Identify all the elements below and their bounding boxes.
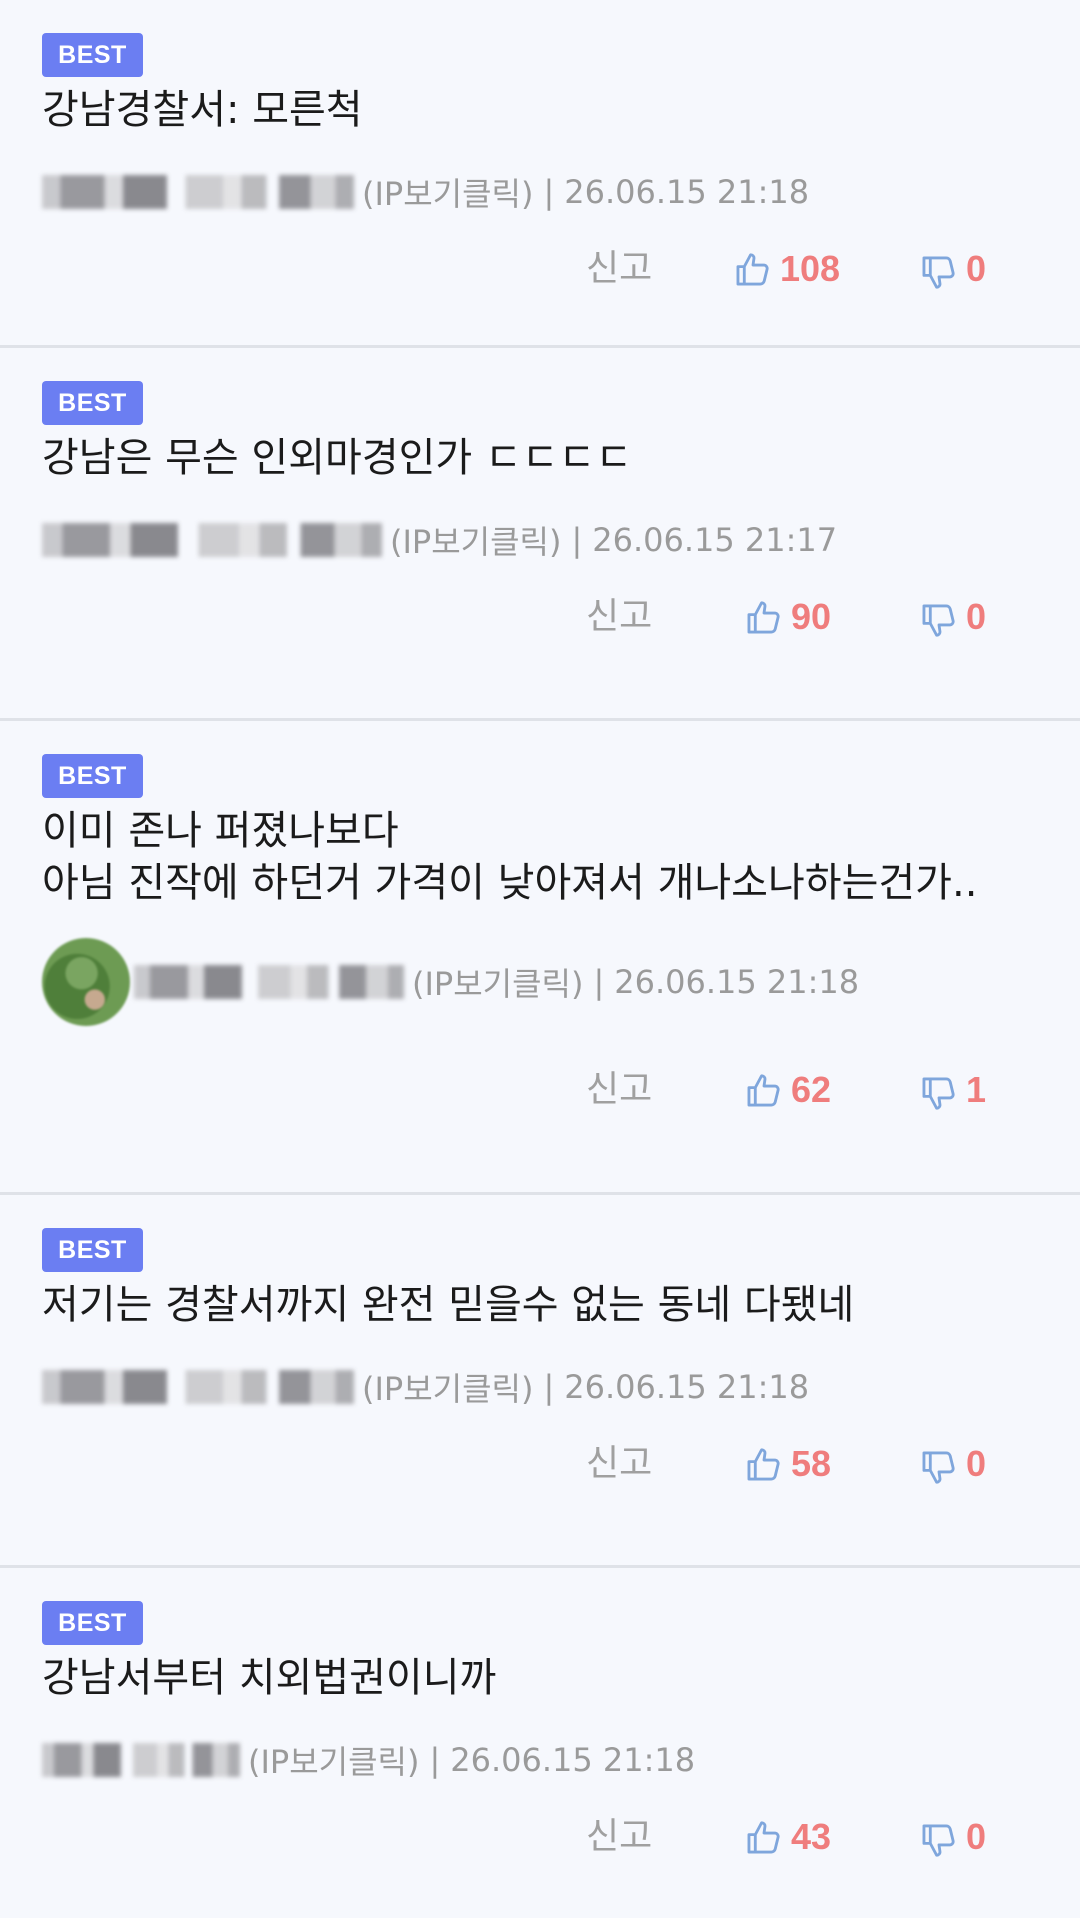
meta-separator: | [593, 963, 605, 1001]
dislike-count: 0 [966, 248, 987, 289]
like-count: 108 [780, 248, 841, 289]
dislike-button[interactable]: 0 [920, 592, 986, 642]
blurred-nickname[interactable] [42, 1370, 354, 1404]
blurred-nickname[interactable] [42, 523, 382, 557]
dislike-count: 0 [966, 596, 987, 637]
comment-actions: 신고 90 0 [0, 592, 1080, 642]
blurred-nickname[interactable] [134, 965, 404, 999]
meta-separator: | [543, 173, 555, 211]
comment-body: 강남경찰서: 모른척 [42, 84, 1042, 136]
comment-body: 강남서부터 치외법권이니까 [42, 1652, 1042, 1704]
dislike-button[interactable]: 1 [920, 1065, 986, 1115]
like-count: 62 [791, 1069, 832, 1110]
comment-list: BEST 강남경찰서: 모른척 (IP보기클릭) | 26.06.15 21:1… [0, 0, 1080, 1918]
comment-text-line-1: 이미 존나 퍼졌나보다 [42, 808, 399, 854]
ip-view-link[interactable]: (IP보기클릭) [248, 1737, 419, 1783]
dislike-button[interactable]: 0 [920, 1439, 986, 1489]
comment-date: 26.06.15 21:18 [450, 1741, 696, 1779]
meta-separator: | [429, 1741, 441, 1779]
comment-date: 26.06.15 21:18 [614, 963, 860, 1001]
meta-separator: | [571, 521, 583, 559]
thumbs-down-icon [920, 1449, 958, 1487]
comment-date: 26.06.15 21:17 [592, 521, 838, 559]
ip-view-link[interactable]: (IP보기클릭) [390, 517, 561, 563]
report-button[interactable]: 신고 [586, 1065, 652, 1115]
best-badge: BEST [42, 381, 143, 425]
comment-meta: (IP보기클릭) | 26.06.15 21:18 [42, 170, 809, 214]
comment-meta: (IP보기클릭) | 26.06.15 21:18 [42, 1365, 809, 1409]
user-avatar[interactable] [42, 938, 130, 1026]
comment-item: BEST 강남서부터 치외법권이니까 (IP보기클릭) | 26.06.15 2… [0, 1568, 1080, 1918]
comment-actions: 신고 43 0 [0, 1812, 1080, 1862]
thumbs-down-icon [920, 1075, 958, 1113]
blurred-nickname[interactable] [42, 1743, 240, 1777]
comment-body: 이미 존나 퍼졌나보다 아님 진작에 하던거 가격이 낮아져서 개나소나하는건가… [42, 805, 1042, 909]
thumbs-down-icon [920, 254, 958, 292]
comment-text: 강남경찰서: 모른척 [42, 87, 363, 133]
like-count: 58 [791, 1443, 832, 1484]
thumbs-up-icon [745, 1818, 783, 1856]
ip-view-link[interactable]: (IP보기클릭) [362, 1364, 533, 1410]
thumbs-up-icon [745, 1445, 783, 1483]
report-button[interactable]: 신고 [586, 244, 652, 294]
comment-text: 강남서부터 치외법권이니까 [42, 1655, 497, 1701]
thumbs-down-icon [920, 602, 958, 640]
thumbs-up-icon [745, 1071, 783, 1109]
comment-actions: 신고 58 0 [0, 1439, 1080, 1489]
comment-item: BEST 이미 존나 퍼졌나보다 아님 진작에 하던거 가격이 낮아져서 개나소… [0, 721, 1080, 1195]
like-button[interactable]: 62 [745, 1065, 831, 1115]
comment-text: 강남은 무슨 인외마경인가 ㄷㄷㄷㄷ [42, 435, 633, 481]
comment-date: 26.06.15 21:18 [564, 173, 810, 211]
dislike-count: 0 [966, 1443, 987, 1484]
comment-body: 강남은 무슨 인외마경인가 ㄷㄷㄷㄷ [42, 432, 1042, 484]
comment-meta: (IP보기클릭) | 26.06.15 21:18 [42, 1738, 695, 1782]
comment-text: 저기는 경찰서까지 완전 믿을수 없는 동네 다됐네 [42, 1282, 855, 1328]
like-count: 90 [791, 596, 832, 637]
report-button[interactable]: 신고 [586, 1812, 652, 1862]
best-badge: BEST [42, 33, 143, 77]
meta-separator: | [543, 1368, 555, 1406]
comment-body: 저기는 경찰서까지 완전 믿을수 없는 동네 다됐네 [42, 1279, 1042, 1331]
comment-meta: (IP보기클릭) | 26.06.15 21:17 [42, 518, 837, 562]
best-badge: BEST [42, 754, 143, 798]
ip-view-link[interactable]: (IP보기클릭) [362, 169, 533, 215]
comment-actions: 신고 108 0 [0, 244, 1080, 294]
like-count: 43 [791, 1816, 832, 1857]
like-button[interactable]: 108 [734, 244, 840, 294]
thumbs-up-icon [745, 598, 783, 636]
best-badge: BEST [42, 1228, 143, 1272]
comment-item: BEST 강남은 무슨 인외마경인가 ㄷㄷㄷㄷ (IP보기클릭) | 26.06… [0, 348, 1080, 721]
comment-date: 26.06.15 21:18 [564, 1368, 810, 1406]
comment-item: BEST 저기는 경찰서까지 완전 믿을수 없는 동네 다됐네 (IP보기클릭)… [0, 1195, 1080, 1568]
ip-view-link[interactable]: (IP보기클릭) [412, 959, 583, 1005]
best-badge: BEST [42, 1601, 143, 1645]
report-button[interactable]: 신고 [586, 592, 652, 642]
comment-item: BEST 강남경찰서: 모른척 (IP보기클릭) | 26.06.15 21:1… [0, 0, 1080, 348]
like-button[interactable]: 90 [745, 592, 831, 642]
comment-meta: (IP보기클릭) | 26.06.15 21:18 [42, 937, 859, 1027]
report-button[interactable]: 신고 [586, 1439, 652, 1489]
like-button[interactable]: 58 [745, 1439, 831, 1489]
blurred-nickname[interactable] [42, 175, 354, 209]
dislike-button[interactable]: 0 [920, 1812, 986, 1862]
comment-text-line-2: 아님 진작에 하던거 가격이 낮아져서 개나소나하는건가.. [42, 860, 978, 906]
dislike-button[interactable]: 0 [920, 244, 986, 294]
comment-actions: 신고 62 1 [0, 1065, 1080, 1115]
dislike-count: 1 [966, 1069, 987, 1110]
like-button[interactable]: 43 [745, 1812, 831, 1862]
thumbs-up-icon [734, 250, 772, 288]
dislike-count: 0 [966, 1816, 987, 1857]
thumbs-down-icon [920, 1822, 958, 1860]
